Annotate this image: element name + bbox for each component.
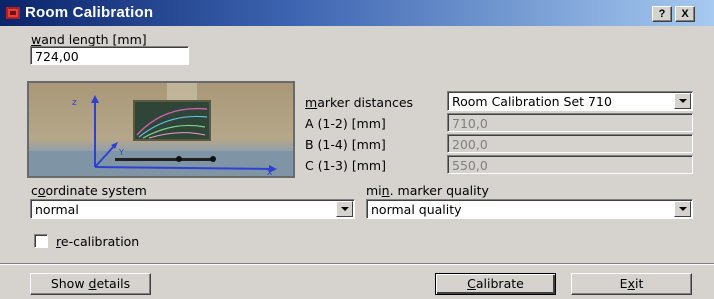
calibration-photo: z Y x	[27, 81, 295, 178]
close-button[interactable]: X	[675, 6, 695, 22]
marker-distances-select[interactable]: Room Calibration Set 710	[447, 91, 693, 111]
coordinate-system-label: coordinate system	[31, 183, 147, 198]
help-button[interactable]: ?	[652, 6, 672, 22]
distance-a-label: A (1-2) [mm]	[305, 116, 386, 131]
distance-b-label: B (1-4) [mm]	[305, 137, 386, 152]
marker-quality-label: min. marker quality	[366, 183, 489, 198]
chevron-down-icon[interactable]	[336, 201, 353, 217]
window-title: Room Calibration	[25, 4, 154, 21]
coordinate-system-value: normal	[35, 202, 79, 217]
coordinate-system-select[interactable]: normal	[30, 199, 355, 219]
calibrate-button[interactable]: Calibrate	[435, 273, 556, 295]
distance-b-field: 200,0	[447, 134, 693, 153]
marker-distances-label: marker distances	[305, 95, 414, 110]
title-bar[interactable]: Room Calibration ? X	[0, 0, 714, 26]
distance-a-field: 710,0	[447, 113, 693, 132]
recalibration-checkbox[interactable]	[34, 234, 48, 248]
distance-c-label: C (1-3) [mm]	[305, 158, 386, 173]
photo-z-label: z	[72, 98, 77, 108]
app-icon	[6, 7, 20, 19]
wand-length-input[interactable]: 724,00	[30, 46, 189, 65]
separator	[0, 263, 714, 265]
distance-c-field: 550,0	[447, 155, 693, 174]
wand-length-label: wand length [mm]	[31, 32, 147, 47]
marker-quality-select[interactable]: normal quality	[366, 199, 693, 219]
show-details-button[interactable]: Show details	[30, 273, 151, 295]
chevron-down-icon[interactable]	[674, 93, 691, 109]
photo-x-label: x	[267, 168, 273, 176]
marker-quality-value: normal quality	[371, 202, 462, 217]
exit-button[interactable]: Exit	[571, 273, 692, 295]
marker-distances-value: Room Calibration Set 710	[452, 94, 612, 109]
room-calibration-dialog: Room Calibration ? X wand length [mm] 72…	[0, 0, 714, 299]
photo-y-label: Y	[118, 148, 124, 157]
chevron-down-icon[interactable]	[674, 201, 691, 217]
recalibration-label[interactable]: re-calibration	[56, 234, 139, 249]
